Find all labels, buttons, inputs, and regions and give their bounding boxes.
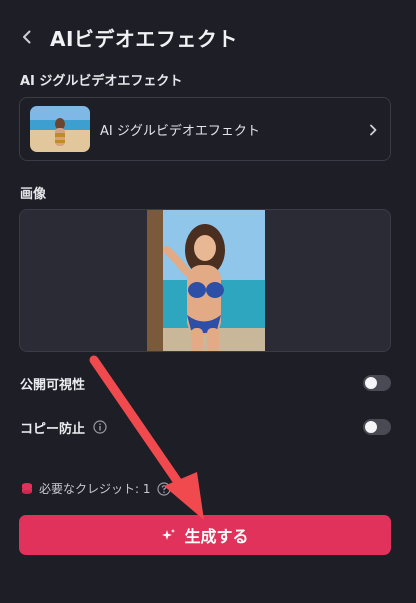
required-credits: 必要なクレジット: 1 (21, 480, 171, 497)
uploaded-image-preview (147, 210, 265, 351)
copy-protection-row: コピー防止 (20, 416, 391, 438)
generate-button[interactable]: 生成する (19, 515, 391, 555)
image-section-label: 画像 (20, 187, 47, 202)
coin-stack-icon (21, 482, 33, 495)
public-visibility-toggle[interactable] (363, 375, 391, 391)
credits-label: 必要なクレジット: 1 (39, 482, 151, 496)
effect-thumbnail (30, 106, 90, 152)
public-visibility-label: 公開可視性 (20, 377, 86, 393)
public-visibility-row: 公開可視性 (20, 372, 391, 394)
copy-protection-label: コピー防止 (20, 421, 86, 437)
chevron-right-icon (366, 122, 380, 136)
page-title: AIビデオエフェクト (50, 26, 238, 51)
chevron-left-icon[interactable] (18, 28, 36, 46)
copy-protection-label-group: コピー防止 (20, 418, 107, 437)
generate-button-label: 生成する (184, 527, 249, 546)
copy-protection-toggle[interactable] (363, 419, 391, 435)
help-icon[interactable] (156, 481, 171, 496)
header: AIビデオエフェクト (18, 22, 238, 52)
effect-name: AI ジグルビデオエフェクト (100, 123, 260, 139)
info-icon[interactable] (93, 420, 107, 434)
effect-section-label: AI ジグルビデオエフェクト (20, 74, 183, 89)
image-upload-area[interactable] (19, 209, 391, 352)
sparkle-icon (161, 528, 176, 543)
effect-selector[interactable]: AI ジグルビデオエフェクト (19, 97, 391, 161)
